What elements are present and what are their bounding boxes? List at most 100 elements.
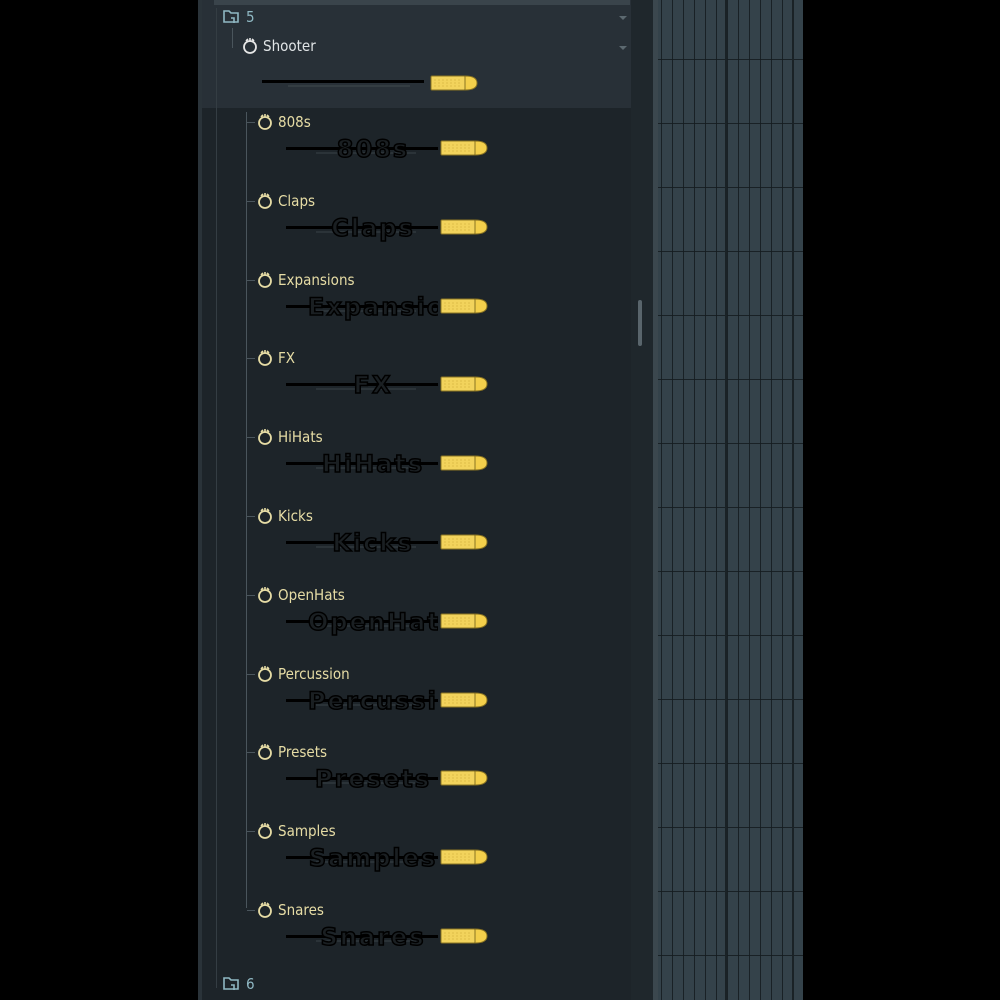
- tree-branch-line: [247, 752, 255, 753]
- tree-item-percussion[interactable]: Percussion: [255, 664, 350, 684]
- tree-pack-shooter[interactable]: Shooter: [240, 35, 316, 57]
- tree-branch-line: [247, 122, 255, 123]
- pack-folder-icon: [258, 902, 272, 918]
- tree-line-root: [216, 8, 217, 988]
- bullet-icon: [440, 376, 488, 392]
- bullet-icon: [440, 692, 488, 708]
- pack-folder-icon: [258, 666, 272, 682]
- browser-scrollbar[interactable]: [631, 0, 653, 1000]
- tree-item-kicks[interactable]: Kicks: [255, 506, 313, 526]
- pack-folder-icon: [258, 193, 272, 209]
- pack-folder-icon: [258, 114, 272, 130]
- bullet-icon: [440, 613, 488, 629]
- banner-text: Claps: [331, 213, 415, 243]
- tree-folder-6[interactable]: 6: [222, 974, 255, 994]
- pack-folder-icon: [258, 350, 272, 366]
- tree-branch-line: [247, 280, 255, 281]
- tree-item-label: FX: [278, 349, 296, 367]
- chevron-down-icon[interactable]: [618, 45, 628, 51]
- pack-label: Shooter: [263, 37, 316, 55]
- item-banner: Claps: [286, 211, 491, 247]
- playlist-grid[interactable]: [658, 0, 803, 1000]
- banner-text: Percussion: [308, 686, 438, 716]
- tree-item-label: Expansions: [278, 271, 355, 289]
- tree-branch-line: [247, 831, 255, 832]
- folder-label: 6: [246, 975, 255, 993]
- pack-folder-icon: [258, 508, 272, 524]
- tree-item-label: Kicks: [278, 507, 313, 525]
- top-strip: [214, 0, 630, 5]
- item-banner: Percussion: [286, 684, 491, 720]
- item-banner: Snares: [286, 920, 491, 956]
- bullet-icon: [440, 770, 488, 786]
- tree-item-snares[interactable]: Snares: [255, 900, 324, 920]
- item-banner: Presets: [286, 762, 491, 798]
- banner-text: HiHats: [321, 449, 425, 479]
- tree-item-samples[interactable]: Samples: [255, 821, 336, 841]
- folder-icon: [223, 977, 239, 990]
- tree-item-fx[interactable]: FX: [255, 348, 295, 368]
- tree-branch-line: [247, 516, 255, 517]
- bullet-icon: [440, 928, 488, 944]
- bullet-icon: [440, 219, 488, 235]
- tree-item-hihats[interactable]: HiHats: [255, 427, 323, 447]
- folder-label: 5: [246, 8, 255, 26]
- banner-text: Snares: [320, 922, 426, 952]
- pack-banner: [262, 68, 482, 104]
- bullet-icon: [430, 75, 478, 91]
- scrollbar-thumb[interactable]: [638, 300, 642, 346]
- tree-branch-line: [247, 595, 255, 596]
- browser-edge: [198, 0, 202, 1000]
- tree-branch-line: [247, 201, 255, 202]
- bullet-icon: [440, 534, 488, 550]
- item-banner: 808s: [286, 132, 491, 168]
- pack-folder-icon: [258, 429, 272, 445]
- pack-folder-icon: [258, 587, 272, 603]
- banner-text: Samples: [308, 843, 438, 873]
- bullet-icon: [440, 455, 488, 471]
- tree-item-label: Presets: [278, 743, 328, 761]
- tree-folder-5[interactable]: 5: [222, 7, 255, 27]
- bullet-icon: [440, 298, 488, 314]
- tree-branch-line: [247, 437, 255, 438]
- tree-item-label: Percussion: [278, 665, 350, 683]
- banner-text: 808s: [336, 134, 410, 164]
- tree-item-presets[interactable]: Presets: [255, 742, 327, 762]
- item-banner: Samples: [286, 841, 491, 877]
- tree-item-label: Samples: [278, 822, 336, 840]
- bullet-icon: [440, 849, 488, 865]
- folder-icon: [223, 10, 239, 23]
- tree-item-openhats[interactable]: OpenHats: [255, 585, 345, 605]
- tree-branch-line: [247, 910, 255, 911]
- banner-text: Presets: [314, 764, 432, 794]
- item-banner: Kicks: [286, 526, 491, 562]
- tree-item-label: Claps: [278, 192, 316, 210]
- item-banner: Expansions: [286, 290, 491, 326]
- tree-item-claps[interactable]: Claps: [255, 191, 315, 211]
- tree-item-label: Snares: [278, 901, 324, 919]
- pack-icon: [243, 38, 257, 54]
- tree-item-expansions[interactable]: Expansions: [255, 270, 355, 290]
- tree-branch-line: [247, 358, 255, 359]
- bullet-icon: [440, 140, 488, 156]
- banner-text: Expansions: [308, 292, 438, 322]
- pack-folder-icon: [258, 823, 272, 839]
- tree-line-items: [246, 112, 247, 908]
- chevron-down-icon[interactable]: [618, 15, 628, 21]
- item-banner: FX: [286, 368, 491, 404]
- banner-text: Kicks: [332, 528, 414, 558]
- tree-item-label: 808s: [278, 113, 311, 131]
- grid-bar-line: [725, 0, 727, 1000]
- screen: 5 Shooter 808s 808s Claps Claps Expansions Ex…: [0, 0, 1000, 1000]
- grid-bar-line: [792, 0, 794, 1000]
- item-banner: OpenHats: [286, 605, 491, 641]
- item-banner: HiHats: [286, 447, 491, 483]
- tree-item-808s[interactable]: 808s: [255, 112, 311, 132]
- pack-folder-icon: [258, 744, 272, 760]
- tree-item-label: OpenHats: [278, 586, 345, 604]
- tree-branch-line: [247, 674, 255, 675]
- banner-text: OpenHats: [308, 607, 438, 637]
- tree-item-label: HiHats: [278, 428, 323, 446]
- tree-line-pack: [232, 28, 233, 48]
- pack-folder-icon: [258, 272, 272, 288]
